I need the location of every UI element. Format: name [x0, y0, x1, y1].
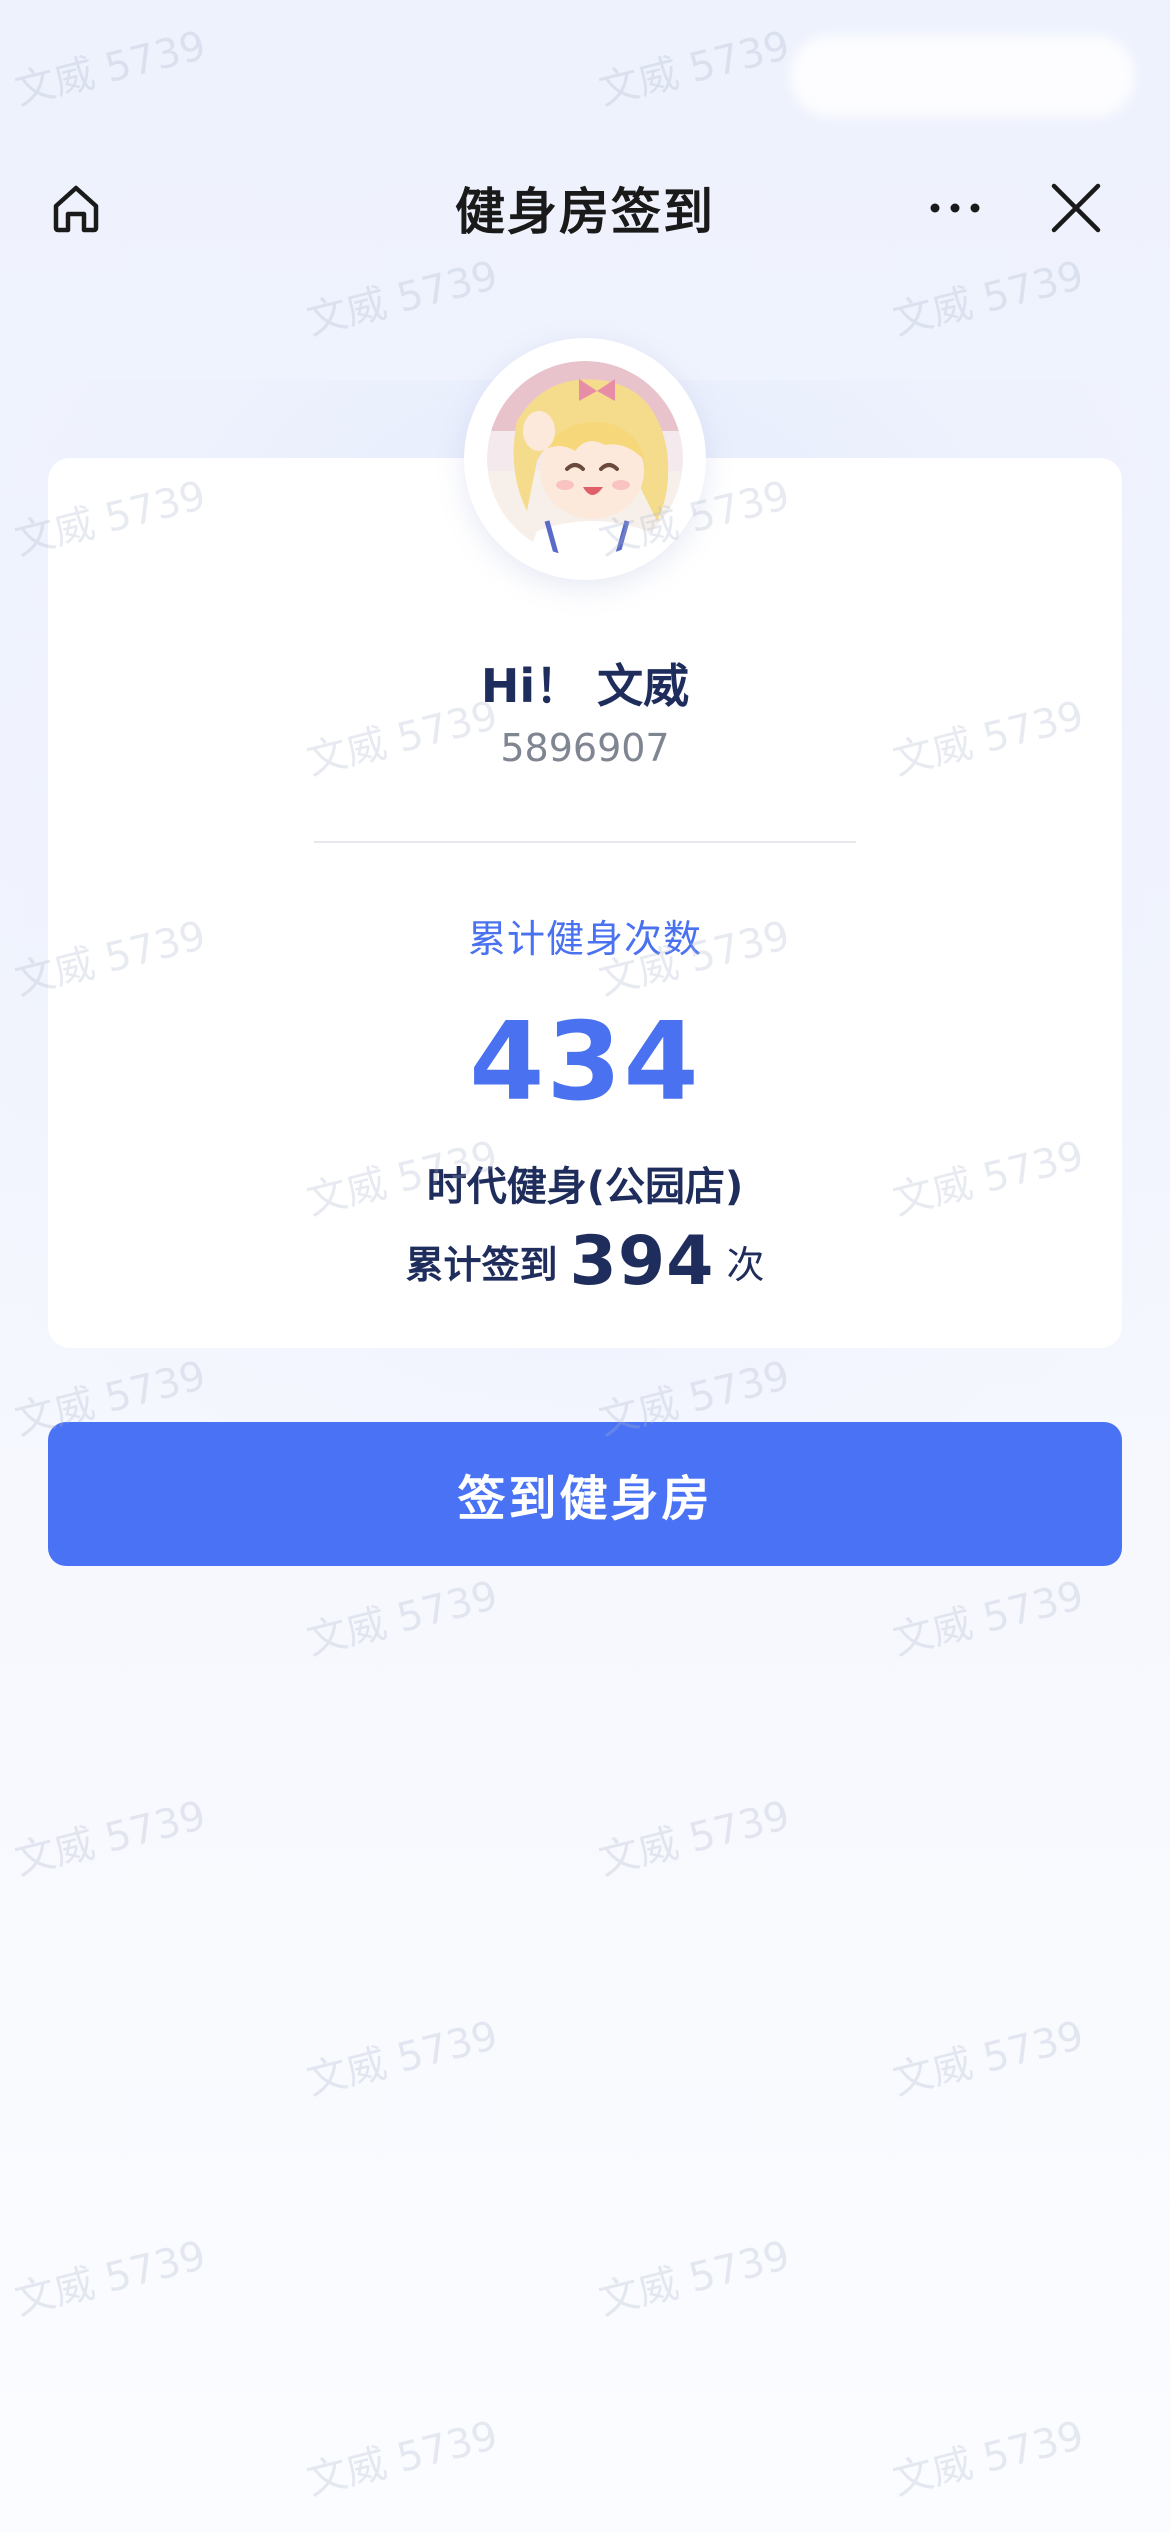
watermark: 文威 5739	[888, 2012, 1089, 2105]
watermark: 文威 5739	[302, 2412, 503, 2505]
checkin-unit: 次	[726, 1243, 765, 1287]
avatar[interactable]	[487, 361, 683, 557]
page-title: 健身房签到	[455, 183, 715, 241]
watermark: 文威 5739	[594, 22, 795, 115]
avatar-frame	[464, 338, 706, 580]
nav-bar: 健身房签到	[0, 160, 1170, 252]
watermark: 文威 5739	[888, 1572, 1089, 1665]
status-bar-redaction	[790, 35, 1135, 117]
checkin-summary: 累计签到 394 次	[0, 1222, 1170, 1301]
more-dots-icon	[930, 203, 980, 213]
profile-card	[48, 458, 1122, 1348]
checkin-prefix: 累计签到	[405, 1243, 558, 1287]
more-button[interactable]	[920, 178, 990, 238]
watermark: 文威 5739	[302, 1572, 503, 1665]
member-id: 5896907	[500, 726, 670, 770]
checkin-button[interactable]: 签到健身房	[48, 1422, 1122, 1566]
close-icon	[1051, 183, 1101, 233]
watermark: 文威 5739	[302, 2012, 503, 2105]
greeting-text: Hi！ 文威	[480, 659, 690, 713]
watermark: 文威 5739	[10, 1792, 211, 1885]
watermark: 文威 5739	[888, 2412, 1089, 2505]
watermark: 文威 5739	[594, 1792, 795, 1885]
watermark: 文威 5739	[302, 252, 503, 345]
watermark: 文威 5739	[594, 2232, 795, 2325]
gym-name: 时代健身(公园店)	[426, 1164, 744, 1210]
watermark: 文威 5739	[10, 2232, 211, 2325]
watermark: 文威 5739	[10, 22, 211, 115]
close-button[interactable]	[1046, 178, 1106, 238]
workout-count-value: 434	[469, 1000, 701, 1125]
workout-count-label: 累计健身次数	[467, 917, 702, 961]
watermark: 文威 5739	[888, 252, 1089, 345]
checkin-screen: 健身房签到 Hi！ 文威 5896907 累计健身次数 434 时代健身(公园店…	[0, 0, 1170, 2532]
divider	[314, 841, 856, 843]
checkin-count: 394	[569, 1222, 715, 1301]
